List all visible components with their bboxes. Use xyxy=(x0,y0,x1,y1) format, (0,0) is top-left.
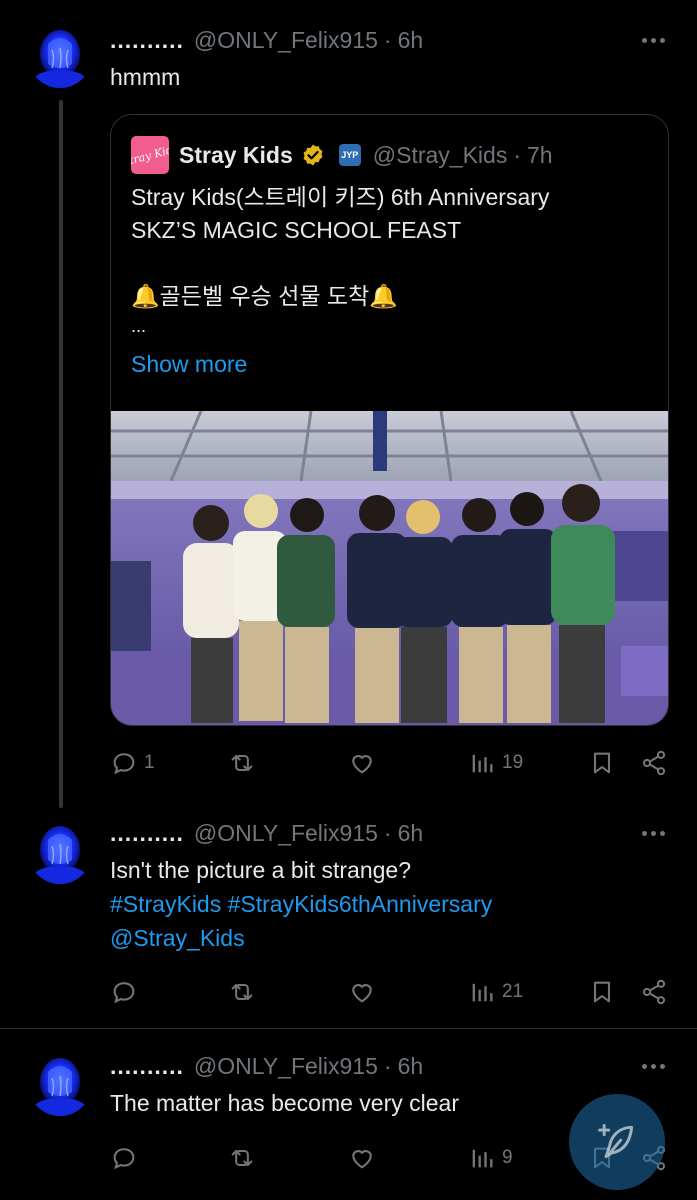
verified-icon xyxy=(303,144,323,166)
like-button[interactable] xyxy=(348,743,376,783)
repost-button[interactable] xyxy=(228,743,256,783)
timestamp[interactable]: 6h xyxy=(398,27,424,54)
like-icon xyxy=(352,1150,372,1169)
quoted-tweet-photo[interactable] xyxy=(111,411,668,725)
like-icon xyxy=(352,984,372,1003)
quoted-tweet-card[interactable]: Stray Kids Stray Kids JYP @Stray_Kids · … xyxy=(110,114,669,726)
display-name[interactable]: .......... xyxy=(110,1053,184,1080)
quoted-account-avatar[interactable]: Stray Kids xyxy=(131,136,169,174)
affiliate-badge[interactable]: JYP xyxy=(338,144,361,166)
repost-icon xyxy=(231,1149,253,1167)
tweet-header: .......... @ONLY_Felix915 · 6h xyxy=(110,25,423,55)
tweet-text-line: Isn't the picture a bit strange? xyxy=(110,857,412,883)
bookmark-button[interactable] xyxy=(588,743,616,783)
user-handle[interactable]: @ONLY_Felix915 xyxy=(194,27,378,54)
compose-icon xyxy=(598,1124,634,1159)
quoted-text-line xyxy=(131,247,549,280)
views-button[interactable]: 9 xyxy=(468,1138,513,1178)
avatar[interactable] xyxy=(28,820,92,884)
bookmark-icon xyxy=(593,981,611,1003)
views-icon xyxy=(472,754,493,773)
avatar[interactable] xyxy=(28,1052,92,1116)
user-handle[interactable]: @ONLY_Felix915 xyxy=(194,820,378,847)
views-icon xyxy=(472,983,493,1002)
views-button[interactable]: 19 xyxy=(468,743,523,783)
views-icon xyxy=(472,1149,493,1168)
quoted-display-name[interactable]: Stray Kids xyxy=(179,142,293,169)
tweet-text-line: hmmm xyxy=(110,64,181,90)
separator: · xyxy=(383,26,392,53)
hashtag-line: #StrayKids #StrayKids6thAnniversary xyxy=(110,887,492,921)
view-count: 9 xyxy=(502,1147,513,1168)
tweet-actions: 1 19 xyxy=(110,743,670,783)
more-icon[interactable] xyxy=(639,1054,667,1078)
tweet-text-line: The matter has become very clear xyxy=(110,1090,459,1116)
tweet-header: .......... @ONLY_Felix915 · 6h xyxy=(110,1051,423,1081)
reply-icon xyxy=(113,753,135,775)
reply-button[interactable] xyxy=(110,1138,138,1178)
quoted-handle[interactable]: @Stray_Kids xyxy=(373,142,508,169)
repost-button[interactable] xyxy=(228,1138,256,1178)
display-name[interactable]: .......... xyxy=(110,27,184,54)
quoted-text-line: ... xyxy=(131,316,147,336)
quoted-timestamp[interactable]: 7h xyxy=(527,142,553,169)
views-button[interactable]: 21 xyxy=(468,972,523,1012)
tweet-divider xyxy=(0,1028,697,1029)
quoted-text-line: SKZ’S MAGIC SCHOOL FEAST xyxy=(131,217,462,243)
more-icon[interactable] xyxy=(639,28,667,52)
timestamp[interactable]: 6h xyxy=(398,820,424,847)
more-icon[interactable] xyxy=(639,821,667,845)
share-icon xyxy=(642,979,666,1005)
repost-button[interactable] xyxy=(228,972,256,1012)
tweet-actions: 21 xyxy=(110,972,670,1012)
view-count: 19 xyxy=(502,752,524,773)
share-icon xyxy=(642,750,666,776)
like-icon xyxy=(352,755,372,774)
view-count: 21 xyxy=(502,981,524,1002)
repost-icon xyxy=(231,754,253,772)
share-button[interactable] xyxy=(640,743,668,783)
bookmark-button[interactable] xyxy=(588,972,616,1012)
tweet-header: .......... @ONLY_Felix915 · 6h xyxy=(110,818,423,848)
share-button[interactable] xyxy=(640,972,668,1012)
compose-button[interactable] xyxy=(569,1094,665,1190)
reply-icon xyxy=(113,982,135,1004)
repost-icon xyxy=(231,983,253,1001)
reply-button[interactable] xyxy=(110,972,138,1012)
hashtag-link[interactable]: #StrayKids xyxy=(110,891,221,917)
quoted-tweet-text: Stray Kids(스트레이 키즈) 6th Anniversary SKZ’… xyxy=(131,181,549,346)
separator: · xyxy=(513,141,522,168)
tweet-text: Isn't the picture a bit strange? #StrayK… xyxy=(110,853,492,955)
thread-connector-line xyxy=(59,100,63,808)
show-more-link[interactable]: Show more xyxy=(131,351,247,378)
like-button[interactable] xyxy=(348,1138,376,1178)
avatar[interactable] xyxy=(28,24,92,88)
tweet-text: hmmm xyxy=(110,60,180,94)
separator: · xyxy=(383,1052,392,1079)
mention-link[interactable]: @Stray_Kids xyxy=(110,925,245,951)
timestamp[interactable]: 6h xyxy=(398,1053,424,1080)
bookmark-icon xyxy=(593,752,611,774)
reply-count: 1 xyxy=(144,752,155,773)
like-button[interactable] xyxy=(348,972,376,1012)
reply-button[interactable]: 1 xyxy=(110,743,155,783)
logo-lettering: Stray Kids xyxy=(131,141,169,169)
tweet-text: The matter has become very clear xyxy=(110,1086,459,1120)
quoted-text-line: 🔔골든벨 우승 선물 도착🔔 xyxy=(131,283,398,309)
display-name[interactable]: .......... xyxy=(110,820,184,847)
separator: · xyxy=(383,819,392,846)
reply-icon xyxy=(113,1148,135,1170)
quoted-tweet-header: Stray Kids Stray Kids JYP @Stray_Kids · … xyxy=(131,136,553,174)
hashtag-link[interactable]: #StrayKids6thAnniversary xyxy=(228,891,493,917)
quoted-text-line: Stray Kids(스트레이 키즈) 6th Anniversary xyxy=(131,184,550,210)
user-handle[interactable]: @ONLY_Felix915 xyxy=(194,1053,378,1080)
